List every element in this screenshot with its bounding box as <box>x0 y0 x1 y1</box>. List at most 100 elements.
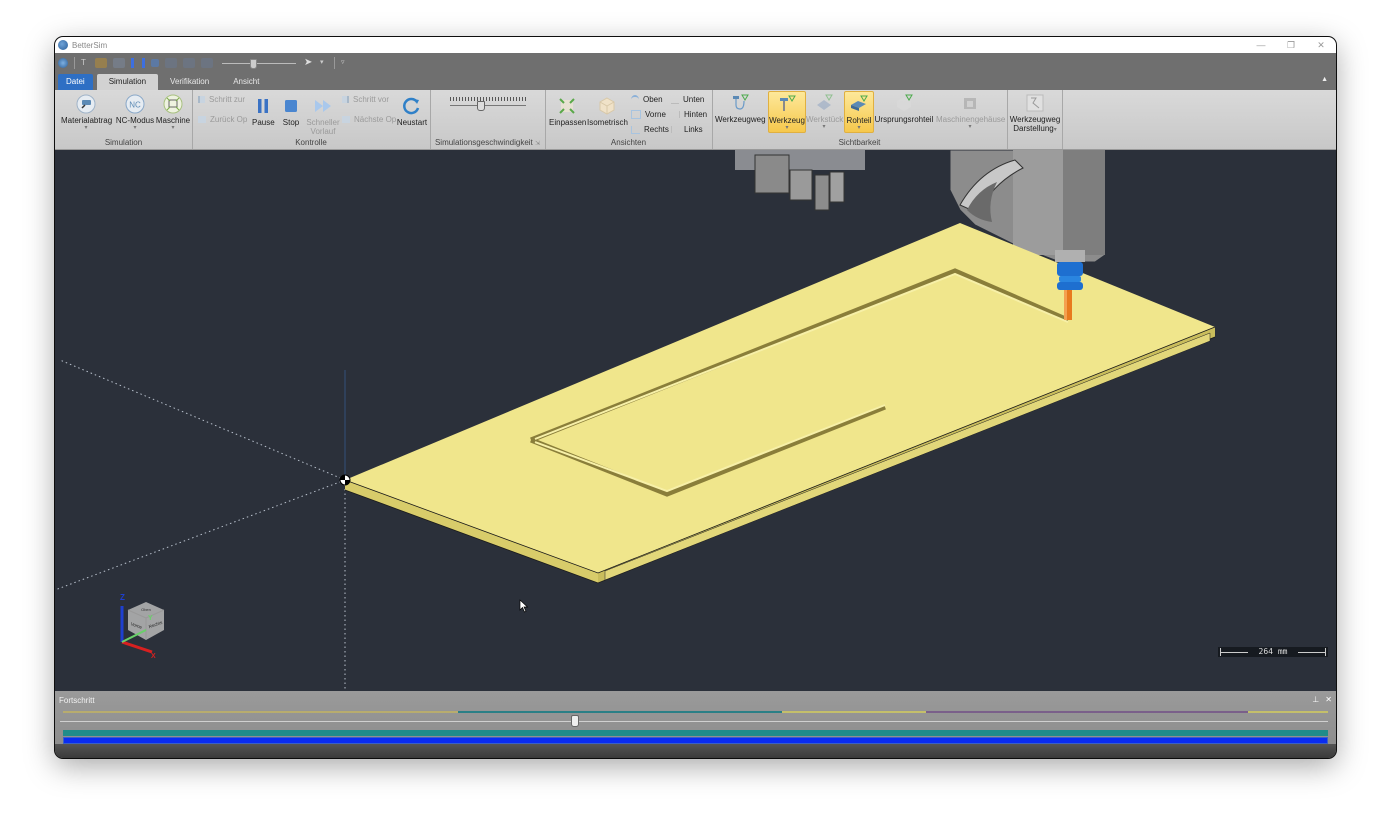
pause-icon[interactable] <box>131 57 145 68</box>
view-unten-button[interactable]: Unten <box>671 95 704 104</box>
panel-close-icon[interactable]: ✕ <box>1325 695 1332 704</box>
app-menu-icon[interactable] <box>58 57 68 68</box>
ursprungsrohteil-visibility-button[interactable]: Ursprungsrohteil <box>874 93 934 124</box>
group-label: Kontrolle <box>295 138 327 147</box>
scrub-track[interactable] <box>60 721 1328 722</box>
werkzeug-visibility-button[interactable]: Werkzeug ▾ <box>768 91 806 133</box>
werkzeugweg-darstellung-button[interactable]: Werkzeugweg Darstellung▾ <box>1009 93 1061 133</box>
maschine-button[interactable]: Maschine ▾ <box>155 94 191 131</box>
dropdown-arrow-icon: ▾ <box>857 125 861 131</box>
group-kontrolle: Schritt zur Zurück Op Pause Stop Schnell… <box>192 90 431 149</box>
materialabtrag-button[interactable]: Materialabtrag ▾ <box>61 94 112 131</box>
einpassen-button[interactable]: Einpassen <box>549 96 586 127</box>
customize-icon[interactable]: ▿ <box>341 58 349 68</box>
nav-cube-top-label[interactable]: Oben <box>141 607 151 612</box>
stock-icon <box>851 95 868 111</box>
werkzeugweg-visibility-button[interactable]: Werkzeugweg <box>715 93 766 124</box>
toolpath-display-icon <box>1026 94 1044 112</box>
paint-icon[interactable] <box>95 57 107 68</box>
maschinengehaeuse-visibility-button[interactable]: Maschinengehäuse ▾ <box>936 93 1005 130</box>
pause-button[interactable]: Pause <box>252 96 275 127</box>
tool-icon <box>780 95 796 111</box>
schneller-vorlauf-button[interactable]: Schneller Vorlauf <box>305 96 341 136</box>
rohteil-visibility-button[interactable]: Rohteil ▾ <box>844 91 874 133</box>
timeline-segment[interactable] <box>781 711 926 713</box>
isometrisch-button[interactable]: Isometrisch <box>587 96 628 127</box>
minimize-button[interactable]: — <box>1246 37 1276 53</box>
naechste-op-button[interactable]: Nächste Op <box>342 115 396 124</box>
stop-icon <box>285 100 297 112</box>
origin-marker <box>339 474 351 486</box>
slider-thumb[interactable] <box>250 58 257 69</box>
view-links-button[interactable]: Links <box>671 125 703 134</box>
dropdown-arrow-icon[interactable]: ▾ <box>320 58 328 68</box>
nc-modus-button[interactable]: NC NC-Modus ▾ <box>115 94 155 131</box>
speed-ticks <box>450 97 526 101</box>
qat-speed-slider[interactable] <box>222 58 296 69</box>
dropdown-arrow-icon: ▾ <box>785 125 789 131</box>
stop-button[interactable]: Stop <box>280 96 302 127</box>
bottom-view-icon <box>671 96 679 104</box>
progress-panel: Fortschritt ⊥ ✕ <box>55 691 1336 758</box>
title-bar: BetterSim — ❐ ✕ <box>55 37 1336 53</box>
top-view-icon <box>631 95 639 104</box>
tab-ansicht[interactable]: Ansicht <box>221 74 271 90</box>
speed-slider[interactable] <box>450 101 526 111</box>
dialog-launcher-icon[interactable]: ⇲ <box>535 141 540 147</box>
timeline-segment[interactable] <box>63 711 458 713</box>
z-axis-label: Z <box>120 593 125 602</box>
operation-timeline[interactable] <box>63 711 1328 713</box>
x-axis <box>121 640 153 654</box>
fit-view-icon <box>559 98 575 114</box>
brush-icon[interactable] <box>113 57 125 68</box>
timeline-segment[interactable] <box>1248 711 1328 713</box>
pin-icon[interactable]: ⊥ <box>1312 695 1319 704</box>
step-icon[interactable] <box>183 57 195 68</box>
separator <box>74 56 75 69</box>
dropdown-arrow-icon: ▾ <box>84 125 88 131</box>
werkstueck-visibility-button[interactable]: Werkstück ▾ <box>806 93 843 130</box>
view-vorne-button[interactable]: Vorne <box>631 110 666 119</box>
progress-panel-title: Fortschritt <box>59 696 95 705</box>
text-icon[interactable]: T <box>81 58 89 68</box>
scene-canvas[interactable] <box>55 150 1336 691</box>
navigation-cube[interactable]: Oben Vorne Rechts Z X Y <box>110 590 180 660</box>
tab-verifikation[interactable]: Verifikation <box>158 74 221 90</box>
scrub-thumb[interactable] <box>570 715 579 727</box>
view-hinten-button[interactable]: Hinten <box>671 110 707 119</box>
speed-slider-thumb[interactable] <box>477 101 486 111</box>
step-end-icon[interactable] <box>201 57 213 68</box>
schritt-vor-button[interactable]: Schritt vor <box>342 95 389 104</box>
step-back-icon <box>198 96 205 103</box>
restore-button[interactable]: ❐ <box>1276 37 1306 53</box>
schritt-zurueck-button[interactable]: Schritt zur <box>198 95 245 104</box>
group-label: Ansichten <box>610 138 647 147</box>
group-label: Sichtbarkeit <box>838 138 881 147</box>
mouse-cursor-icon <box>519 599 529 613</box>
scale-bar: 264 mm <box>1218 647 1328 657</box>
collapse-ribbon-icon[interactable]: ▲ <box>1321 76 1328 83</box>
timeline-segment[interactable] <box>457 711 782 713</box>
progress-bar-total <box>63 737 1328 744</box>
group-label: Simulationsgeschwindigkeit ⇲ <box>434 138 541 147</box>
zurueck-op-button[interactable]: Zurück Op <box>198 115 247 124</box>
view-oben-button[interactable]: Oben <box>631 95 663 104</box>
neustart-button[interactable]: Neustart <box>396 96 428 127</box>
next-op-icon <box>342 116 350 123</box>
tab-datei[interactable]: Datei <box>58 74 93 90</box>
view-rechts-button[interactable]: Rechts <box>631 125 669 134</box>
tab-simulation[interactable]: Simulation <box>96 74 159 90</box>
window-title: BetterSim <box>72 40 108 50</box>
stop-icon[interactable] <box>151 58 159 67</box>
ribbon-tabs: Datei Simulation Verifikation Ansicht ▲ <box>55 72 1336 90</box>
fast-forward-icon <box>315 100 331 112</box>
close-button[interactable]: ✕ <box>1306 37 1336 53</box>
front-view-icon <box>631 110 641 119</box>
forward-icon[interactable] <box>165 57 177 68</box>
pointer-icon[interactable]: ➤ <box>304 57 314 68</box>
workpiece-icon <box>817 94 833 110</box>
timeline-segment[interactable] <box>925 711 1249 713</box>
dropdown-arrow-icon: ▾ <box>171 125 175 131</box>
3d-viewport[interactable]: Oben Vorne Rechts Z X Y 264 mm <box>55 150 1336 691</box>
back-view-icon <box>671 111 680 118</box>
